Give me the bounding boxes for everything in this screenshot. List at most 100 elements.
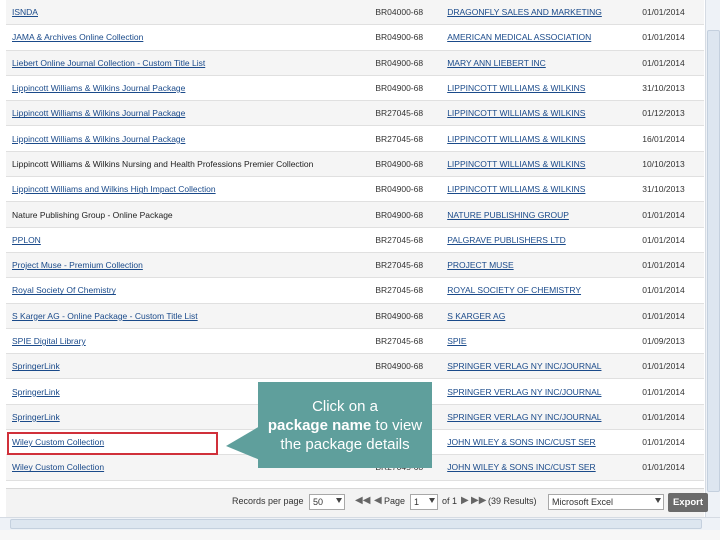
publisher-link[interactable]: ROYAL SOCIETY OF CHEMISTRY	[447, 285, 581, 295]
package-code-cell: BR04900-68	[369, 24, 442, 51]
chevron-down-icon	[655, 498, 661, 503]
records-per-page-select[interactable]: 50	[309, 494, 345, 510]
package-name-link[interactable]: Project Muse - Premium Collection	[12, 260, 143, 270]
package-code-cell: BR04900-68	[369, 151, 442, 178]
package-name-link[interactable]: SpringerLink	[12, 412, 60, 422]
package-name-link[interactable]: SpringerLink	[12, 387, 60, 397]
package-name-link[interactable]: Lippincott Williams & Wilkins Journal Pa…	[12, 134, 185, 144]
package-name-cell: PPLON	[6, 227, 370, 253]
table-row: Lippincott Williams and Wilkins High Imp…	[6, 176, 704, 203]
horizontal-scrollbar-thumb[interactable]	[10, 519, 702, 529]
date-cell: 01/12/2013	[636, 100, 704, 127]
package-name-link[interactable]: SpringerLink	[12, 361, 60, 371]
date-cell: 01/01/2014	[636, 303, 704, 329]
next-page-icon[interactable]: ▶	[461, 495, 469, 506]
publisher-link[interactable]: AMERICAN MEDICAL ASSOCIATION	[447, 32, 591, 42]
package-code-cell: BR27045-68	[369, 125, 442, 152]
package-name-cell: JAMA & Archives Online Collection	[6, 24, 370, 51]
date-cell: 01/01/2014	[636, 454, 704, 481]
publisher-link[interactable]: PROJECT MUSE	[447, 260, 513, 270]
publisher-link[interactable]: SPRINGER VERLAG NY INC/JOURNAL	[447, 361, 601, 371]
package-code-cell: BR04900-68	[369, 176, 442, 203]
publisher-link[interactable]: LIPPINCOTT WILLIAMS & WILKINS	[447, 134, 585, 144]
last-page-icon[interactable]: ▶▶	[471, 495, 486, 506]
publisher-link[interactable]: S KARGER AG	[447, 311, 505, 321]
first-page-icon[interactable]: ◀◀	[355, 495, 370, 506]
package-name-cell: Lippincott Williams & Wilkins Journal Pa…	[6, 125, 370, 152]
package-name-link[interactable]: Lippincott Williams & Wilkins Journal Pa…	[12, 83, 185, 93]
chevron-down-icon	[336, 498, 342, 503]
package-name-cell: SpringerLink	[6, 353, 370, 380]
package-name-cell: Lippincott Williams & Wilkins Journal Pa…	[6, 75, 370, 102]
publisher-cell: LIPPINCOTT WILLIAMS & WILKINS	[441, 125, 637, 152]
date-cell: 01/01/2014	[636, 201, 704, 228]
package-code-cell: BR04000-68	[369, 0, 442, 26]
package-name-link[interactable]: JAMA & Archives Online Collection	[12, 32, 143, 42]
table-row: Lippincott Williams & Wilkins Nursing an…	[6, 151, 704, 178]
package-name-cell: Project Muse - Premium Collection	[6, 252, 370, 279]
package-name-link[interactable]: Liebert Online Journal Collection - Cust…	[12, 58, 205, 68]
publisher-link[interactable]: SPIE	[447, 336, 466, 346]
package-name-link[interactable]: ISNDA	[12, 7, 38, 17]
callout-text: Click on a package name to view the pack…	[262, 397, 428, 454]
publisher-link[interactable]: SPRINGER VERLAG NY INC/JOURNAL	[447, 387, 601, 397]
publisher-cell: NATURE PUBLISHING GROUP	[441, 201, 637, 228]
date-cell: 10/10/2013	[636, 151, 704, 178]
table-row: SPIE Digital Library BR27045-68 SPIE 01/09/…	[6, 328, 704, 355]
publisher-cell: LIPPINCOTT WILLIAMS & WILKINS	[441, 151, 637, 178]
export-format-value: Microsoft Excel	[552, 497, 614, 507]
package-name-link: Nature Publishing Group - Online Package	[12, 209, 173, 220]
date-cell: 01/01/2014	[636, 50, 704, 76]
package-name-link[interactable]: Lippincott Williams & Wilkins Journal Pa…	[12, 108, 185, 118]
publisher-cell: SPIE	[441, 328, 637, 355]
publisher-link[interactable]: LIPPINCOTT WILLIAMS & WILKINS	[447, 159, 585, 169]
publisher-link[interactable]: SPRINGER VERLAG NY INC/JOURNAL	[447, 412, 601, 422]
package-name-cell: ISNDA	[6, 0, 370, 26]
publisher-link[interactable]: DRAGONFLY SALES AND MARKETING	[447, 7, 602, 17]
page-select-value: 1	[414, 497, 420, 507]
package-name-link[interactable]: Lippincott Williams and Wilkins High Imp…	[12, 184, 216, 194]
publisher-link[interactable]: NATURE PUBLISHING GROUP	[447, 210, 569, 220]
publisher-link[interactable]: JOHN WILEY & SONS INC/CUST SER	[447, 462, 595, 472]
package-name-link[interactable]: Wiley Custom Collection	[12, 462, 104, 472]
publisher-link[interactable]: JOHN WILEY & SONS INC/CUST SER	[447, 437, 595, 447]
vertical-scrollbar-thumb[interactable]	[707, 30, 720, 492]
export-format-select[interactable]: Microsoft Excel	[548, 494, 664, 510]
package-name-link[interactable]: S Karger AG - Online Package - Custom Ti…	[12, 311, 198, 321]
publisher-link[interactable]: LIPPINCOTT WILLIAMS & WILKINS	[447, 184, 585, 194]
date-cell: 01/01/2014	[636, 404, 704, 431]
package-code-cell: BR27045-68	[369, 277, 442, 304]
package-name-cell: Liebert Online Journal Collection - Cust…	[6, 50, 370, 76]
publisher-link[interactable]: PALGRAVE PUBLISHERS LTD	[447, 235, 566, 245]
date-cell: 01/01/2014	[636, 227, 704, 253]
table-row: ISNDA BR04000-68 DRAGONFLY SALES AND MARKE…	[6, 0, 704, 26]
publisher-cell: PALGRAVE PUBLISHERS LTD	[441, 227, 637, 253]
publisher-link[interactable]: MARY ANN LIEBERT INC	[447, 58, 546, 68]
package-name-cell: S Karger AG - Online Package - Custom Ti…	[6, 303, 370, 329]
page-select[interactable]: 1	[410, 494, 438, 510]
package-name-link[interactable]: SPIE Digital Library	[12, 336, 86, 346]
table-row: JAMA & Archives Online Collection BR04900…	[6, 24, 704, 51]
package-list-view: ISNDA BR04000-68 DRAGONFLY SALES AND MARKE…	[0, 0, 720, 540]
previous-page-icon[interactable]: ◀	[374, 495, 382, 506]
date-cell: 01/01/2014	[636, 378, 704, 405]
package-name-link[interactable]: PPLON	[12, 235, 41, 245]
publisher-link[interactable]: LIPPINCOTT WILLIAMS & WILKINS	[447, 83, 585, 93]
date-cell: 31/10/2013	[636, 176, 704, 203]
publisher-cell: SPRINGER VERLAG NY INC/JOURNAL	[441, 378, 637, 405]
table-row: Liebert Online Journal Collection - Cust…	[6, 50, 704, 76]
date-cell: 01/09/2013	[636, 328, 704, 355]
package-name-cell: Lippincott Williams & Wilkins Journal Pa…	[6, 100, 370, 127]
publisher-cell: JOHN WILEY & SONS INC/CUST SER	[441, 429, 637, 456]
table-row: S Karger AG - Online Package - Custom Ti…	[6, 303, 704, 329]
export-button[interactable]: Export	[668, 493, 708, 512]
package-code-cell: BR27045-68	[369, 328, 442, 355]
publisher-cell: DRAGONFLY SALES AND MARKETING	[441, 0, 637, 26]
table-row: Lippincott Williams & Wilkins Journal Pa…	[6, 100, 704, 127]
page-count: of 1	[442, 496, 458, 506]
publisher-link[interactable]: LIPPINCOTT WILLIAMS & WILKINS	[447, 108, 585, 118]
package-code-cell: BR04900-68	[369, 75, 442, 102]
package-name-link[interactable]: Royal Society Of Chemistry	[12, 285, 116, 295]
package-code-cell: BR04900-68	[369, 50, 442, 76]
publisher-cell: JOHN WILEY & SONS INC/CUST SER	[441, 454, 637, 481]
